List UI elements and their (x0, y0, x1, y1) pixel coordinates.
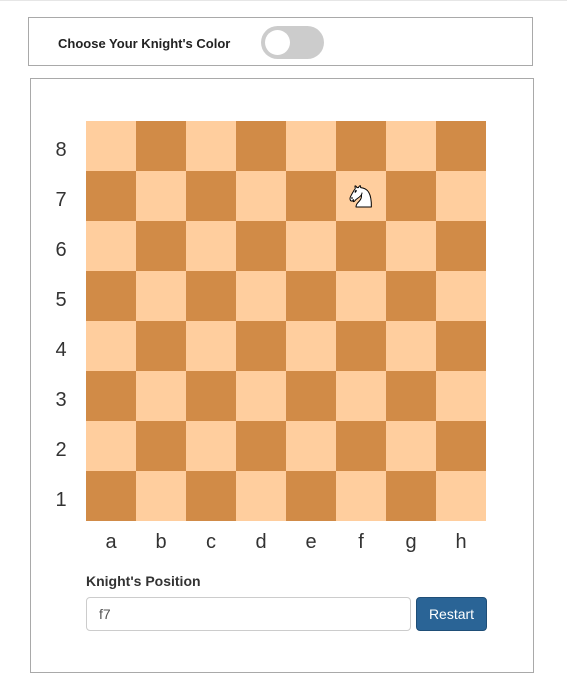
square-a4[interactable] (86, 321, 136, 371)
square-a5[interactable] (86, 271, 136, 321)
knight-icon[interactable] (346, 179, 376, 213)
square-g5[interactable] (386, 271, 436, 321)
rank-label-7: 7 (55, 189, 67, 211)
square-h7[interactable] (436, 171, 486, 221)
square-g8[interactable] (386, 121, 436, 171)
file-label-g: g (405, 531, 417, 553)
square-d8[interactable] (236, 121, 286, 171)
square-e5[interactable] (286, 271, 336, 321)
square-f1[interactable] (336, 471, 386, 521)
rank-labels: 8 7 6 5 4 3 2 1 (51, 121, 71, 521)
rank-label-2: 2 (55, 439, 67, 461)
square-e4[interactable] (286, 321, 336, 371)
square-c2[interactable] (186, 421, 236, 471)
square-g4[interactable] (386, 321, 436, 371)
square-e3[interactable] (286, 371, 336, 421)
square-e7[interactable] (286, 171, 336, 221)
file-label-b: b (155, 531, 167, 553)
square-g1[interactable] (386, 471, 436, 521)
square-d6[interactable] (236, 221, 286, 271)
rank-label-4: 4 (55, 339, 67, 361)
file-label-e: e (305, 531, 317, 553)
file-label-h: h (455, 531, 467, 553)
square-h2[interactable] (436, 421, 486, 471)
rank-label-1: 1 (55, 489, 67, 511)
square-a1[interactable] (86, 471, 136, 521)
square-g3[interactable] (386, 371, 436, 421)
knight-color-label: Choose Your Knight's Color (58, 36, 231, 51)
square-f8[interactable] (336, 121, 386, 171)
square-a6[interactable] (86, 221, 136, 271)
square-c1[interactable] (186, 471, 236, 521)
square-c4[interactable] (186, 321, 236, 371)
square-b8[interactable] (136, 121, 186, 171)
restart-button[interactable]: Restart (416, 597, 487, 631)
knight-position-input[interactable] (86, 597, 411, 631)
square-a3[interactable] (86, 371, 136, 421)
file-labels: a b c d e f g h (86, 531, 486, 554)
square-g6[interactable] (386, 221, 436, 271)
rank-label-5: 5 (55, 289, 67, 311)
chessboard (86, 121, 486, 521)
square-c3[interactable] (186, 371, 236, 421)
square-g2[interactable] (386, 421, 436, 471)
square-e8[interactable] (286, 121, 336, 171)
square-h8[interactable] (436, 121, 486, 171)
top-divider (0, 0, 567, 1)
square-f2[interactable] (336, 421, 386, 471)
square-a7[interactable] (86, 171, 136, 221)
toggle-knob[interactable] (265, 30, 290, 55)
square-g7[interactable] (386, 171, 436, 221)
square-d5[interactable] (236, 271, 286, 321)
knight-color-toggle[interactable] (261, 26, 324, 59)
square-h3[interactable] (436, 371, 486, 421)
square-d3[interactable] (236, 371, 286, 421)
knight-position-label: Knight's Position (86, 573, 201, 589)
square-c5[interactable] (186, 271, 236, 321)
square-b7[interactable] (136, 171, 186, 221)
square-b6[interactable] (136, 221, 186, 271)
square-c8[interactable] (186, 121, 236, 171)
square-f7[interactable] (336, 171, 386, 221)
rank-label-3: 3 (55, 389, 67, 411)
file-label-a: a (105, 531, 117, 553)
rank-label-8: 8 (55, 139, 67, 161)
square-a2[interactable] (86, 421, 136, 471)
square-b4[interactable] (136, 321, 186, 371)
square-c6[interactable] (186, 221, 236, 271)
square-f3[interactable] (336, 371, 386, 421)
square-f4[interactable] (336, 321, 386, 371)
square-c7[interactable] (186, 171, 236, 221)
square-h4[interactable] (436, 321, 486, 371)
color-chooser-panel: Choose Your Knight's Color (28, 17, 533, 66)
square-h5[interactable] (436, 271, 486, 321)
rank-label-6: 6 (55, 239, 67, 261)
square-d4[interactable] (236, 321, 286, 371)
square-b3[interactable] (136, 371, 186, 421)
board-panel: 8 7 6 5 4 3 2 1 a b c d e f g h Knight's Position Rest… (30, 78, 534, 673)
square-d7[interactable] (236, 171, 286, 221)
file-label-c: c (206, 531, 216, 553)
square-a8[interactable] (86, 121, 136, 171)
square-h6[interactable] (436, 221, 486, 271)
square-h1[interactable] (436, 471, 486, 521)
square-f5[interactable] (336, 271, 386, 321)
file-label-f: f (358, 531, 364, 553)
square-e1[interactable] (286, 471, 336, 521)
square-b5[interactable] (136, 271, 186, 321)
square-b1[interactable] (136, 471, 186, 521)
square-d2[interactable] (236, 421, 286, 471)
square-d1[interactable] (236, 471, 286, 521)
square-f6[interactable] (336, 221, 386, 271)
square-e2[interactable] (286, 421, 336, 471)
square-e6[interactable] (286, 221, 336, 271)
file-label-d: d (255, 531, 267, 553)
square-b2[interactable] (136, 421, 186, 471)
